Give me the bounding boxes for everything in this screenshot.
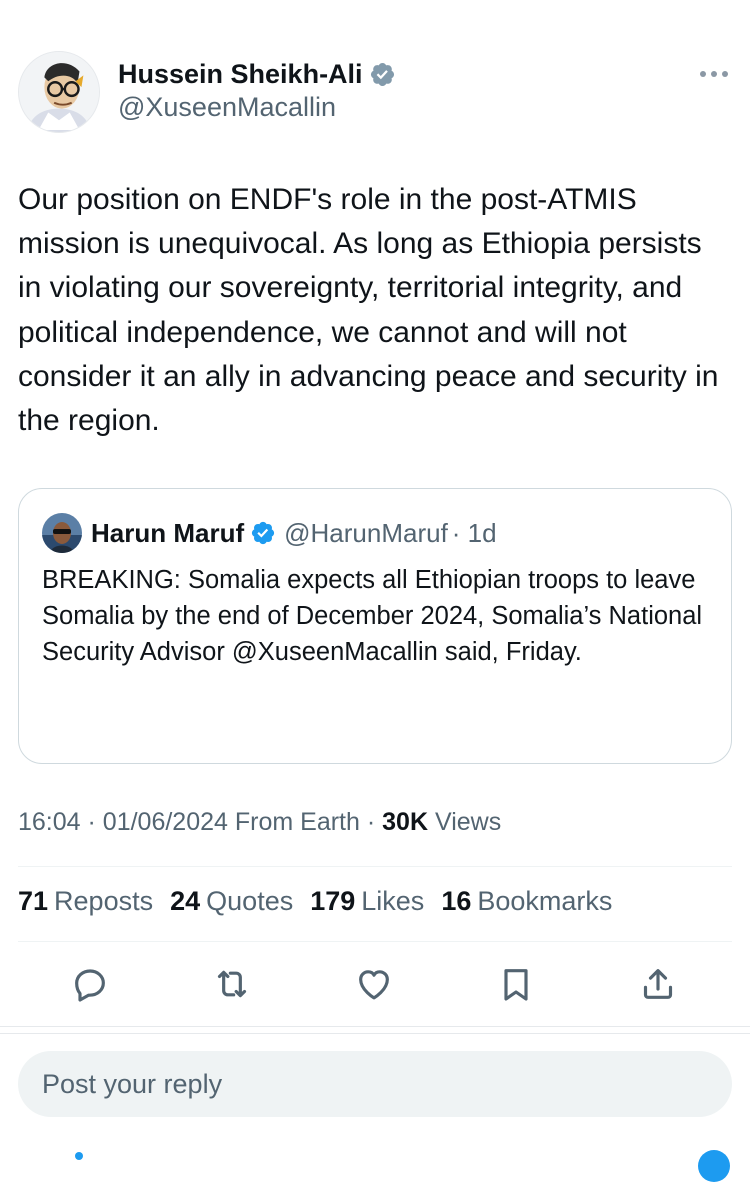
bookmark-icon [504,969,528,1001]
stat-quotes[interactable]: 24 Quotes [170,886,293,917]
share-button[interactable] [636,962,680,1006]
reply-input[interactable]: Post your reply [18,1051,732,1117]
meta-separator: · [87,808,96,836]
quoted-tweet-card[interactable]: Harun Maruf @HarunMaruf · 1d BREAKING: S… [18,488,732,764]
indicator-dot [75,1152,83,1160]
tweet-date: 01/06/2024 [102,808,228,836]
repost-button[interactable] [210,962,254,1006]
verified-badge-icon [252,521,275,545]
tweet-meta: 16:04 · 01/06/2024 From Earth · 30K View… [18,808,501,837]
verified-badge-icon [370,62,394,86]
repost-icon [217,970,247,998]
section-divider [0,1026,750,1027]
author-name[interactable]: Hussein Sheikh-Ali [118,59,363,90]
tweet-stats: 71 Reposts 24 Quotes 179 Likes 16 Bookmarks [18,886,629,917]
quoted-author-name[interactable]: Harun Maruf [91,518,244,549]
stat-bookmarks[interactable]: 16 Bookmarks [441,886,612,917]
compose-button[interactable] [698,1150,730,1182]
divider [18,941,732,942]
tweet-source: From Earth [234,808,360,836]
like-button[interactable] [352,962,396,1006]
quoted-tweet-header: Harun Maruf @HarunMaruf · 1d [91,514,497,552]
reply-icon [75,969,105,1002]
more-icon[interactable] [698,64,730,84]
meta-separator: · [366,808,376,836]
divider [18,866,732,867]
like-icon [359,970,389,1000]
quoted-author-avatar[interactable] [42,513,82,553]
author-avatar[interactable] [18,51,100,133]
reply-button[interactable] [68,962,112,1006]
views-label: Views [434,808,502,836]
tweet-text: Our position on ENDF's role in the post-… [18,183,719,438]
bookmark-button[interactable] [494,962,538,1006]
tweet-time: 16:04 [18,808,81,836]
stat-likes[interactable]: 179 Likes [310,886,424,917]
share-icon [643,969,673,999]
reply-placeholder: Post your reply [42,1068,223,1099]
views-count: 30K [382,808,429,836]
author-handle[interactable]: @XuseenMacallin [118,92,336,123]
stat-reposts[interactable]: 71 Reposts [18,886,153,917]
author-name-row[interactable]: Hussein Sheikh-Ali [118,56,396,92]
quoted-author-handle[interactable]: @HarunMaruf [284,518,448,549]
quoted-tweet-text: BREAKING: Somalia expects all Ethiopian … [42,566,703,666]
section-divider [0,1033,750,1034]
quoted-tweet-time: · 1d [451,517,497,548]
